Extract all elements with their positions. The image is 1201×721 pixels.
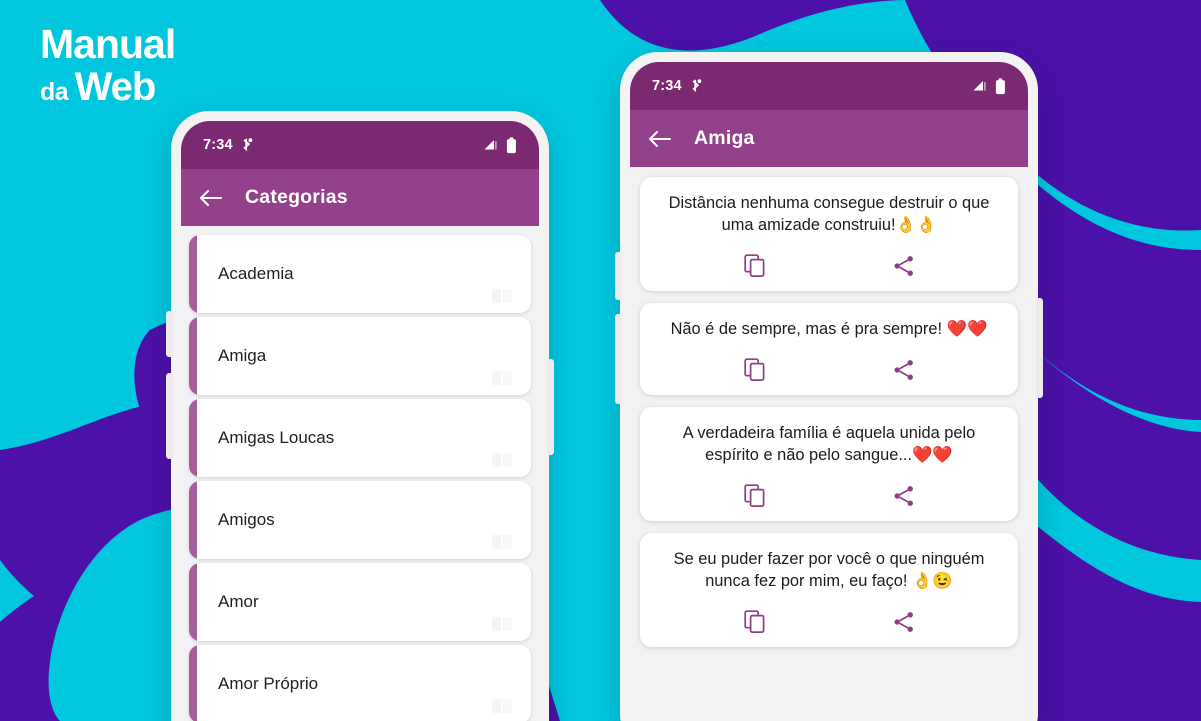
signal-icon <box>973 81 986 91</box>
list-item-label: Amor Próprio <box>218 674 319 693</box>
bluetooth-icon <box>692 79 702 92</box>
list-item-label: Amiga <box>218 346 267 365</box>
phone-mockup-quotes: 7:34 Amiga Distância nenhuma consegue de… <box>615 52 1043 721</box>
list-item-label: Amigos <box>218 510 275 529</box>
watermark-icon <box>492 617 512 631</box>
share-button[interactable] <box>887 251 921 281</box>
logo-word-web: Web <box>74 65 157 109</box>
list-item-label: Amigas Loucas <box>218 428 335 447</box>
list-item[interactable]: Amigas Loucas <box>189 399 531 477</box>
quote-card[interactable]: A verdadeira família é aquela unida pelo… <box>640 406 1018 521</box>
phone-mockup-categories: 7:34 Categorias Academia Amiga Amigas Lo… <box>166 111 554 721</box>
battery-icon <box>506 136 516 153</box>
copy-button[interactable] <box>738 607 772 637</box>
quote-actions <box>654 251 1004 281</box>
list-item-label: Amor <box>218 592 259 611</box>
list-item[interactable]: Academia <box>189 235 531 313</box>
back-arrow-icon[interactable] <box>648 129 672 149</box>
phone-volume-up-button[interactable] <box>615 252 622 300</box>
accent-bar <box>189 399 197 477</box>
list-item-label: Academia <box>218 264 294 283</box>
phone-volume-down-button[interactable] <box>615 314 622 404</box>
copy-icon <box>743 610 764 633</box>
list-item[interactable]: Amor Próprio <box>189 645 531 721</box>
logo-prefix: da <box>40 78 75 106</box>
watermark-icon <box>492 453 512 467</box>
accent-bar <box>189 235 197 313</box>
phone-screen-right: 7:34 Amiga Distância nenhuma consegue de… <box>630 62 1028 721</box>
share-button[interactable] <box>887 355 921 385</box>
quote-text: Distância nenhuma consegue destruir o qu… <box>668 194 990 234</box>
logo-line-1: Manual <box>40 21 176 67</box>
quote-list[interactable]: Distância nenhuma consegue destruir o qu… <box>630 167 1028 647</box>
list-item[interactable]: Amor <box>189 563 531 641</box>
quote-actions <box>654 607 1004 637</box>
quote-text: A verdadeira família é aquela unida pelo… <box>682 423 976 464</box>
phone-power-button[interactable] <box>1036 298 1043 398</box>
phone-power-button[interactable] <box>547 359 554 455</box>
brand-logo: Manual da Web <box>40 21 176 108</box>
copy-button[interactable] <box>738 251 772 281</box>
accent-bar <box>189 645 197 721</box>
watermark-icon <box>492 289 512 303</box>
signal-icon <box>484 140 497 150</box>
status-bar-right: 7:34 <box>630 62 1028 110</box>
quote-actions <box>654 355 1004 385</box>
phone-volume-down-button[interactable] <box>166 373 173 459</box>
list-item[interactable]: Amiga <box>189 317 531 395</box>
phone-volume-up-button[interactable] <box>166 311 173 357</box>
quote-actions <box>654 481 1004 511</box>
share-icon <box>894 360 913 380</box>
watermark-icon <box>492 699 512 713</box>
page-title: Amiga <box>694 127 755 149</box>
quote-card[interactable]: Se eu puder fazer por você o que ninguém… <box>640 532 1018 647</box>
quote-text: Se eu puder fazer por você o que ninguém… <box>673 549 985 590</box>
quote-card[interactable]: Não é de sempre, mas é pra sempre! ❤️❤️ <box>640 302 1018 395</box>
share-icon <box>894 486 913 506</box>
screenshot-canvas: Manual da Web 7:34 Categorias Academia A… <box>0 0 1201 721</box>
battery-icon <box>995 77 1005 94</box>
copy-icon <box>743 254 764 277</box>
share-icon <box>894 256 913 276</box>
share-icon <box>894 611 913 632</box>
watermark-icon <box>492 371 512 385</box>
share-button[interactable] <box>887 607 921 637</box>
status-clock: 7:34 <box>203 137 233 153</box>
list-item[interactable]: Amigos <box>189 481 531 559</box>
accent-bar <box>189 317 197 395</box>
phone-screen-left: 7:34 Categorias Academia Amiga Amigas Lo… <box>181 121 539 721</box>
accent-bar <box>189 563 197 641</box>
quote-text: Não é de sempre, mas é pra sempre! ❤️❤️ <box>670 319 988 338</box>
quote-card[interactable]: Distância nenhuma consegue destruir o qu… <box>640 177 1018 291</box>
share-button[interactable] <box>887 481 921 511</box>
watermark-icon <box>492 535 512 549</box>
accent-bar <box>189 481 197 559</box>
copy-button[interactable] <box>738 355 772 385</box>
status-clock: 7:34 <box>652 78 682 94</box>
app-bar-right: Amiga <box>630 110 1028 167</box>
page-title: Categorias <box>245 186 348 208</box>
app-bar-left: Categorias <box>181 169 539 226</box>
bluetooth-icon <box>243 138 253 151</box>
status-bar-left: 7:34 <box>181 121 539 169</box>
copy-icon <box>743 484 764 507</box>
copy-button[interactable] <box>738 481 772 511</box>
copy-icon <box>743 358 764 381</box>
category-list[interactable]: Academia Amiga Amigas Loucas Amigos Amor… <box>181 226 539 721</box>
back-arrow-icon[interactable] <box>199 188 223 208</box>
logo-line-2: da Web <box>40 67 175 107</box>
